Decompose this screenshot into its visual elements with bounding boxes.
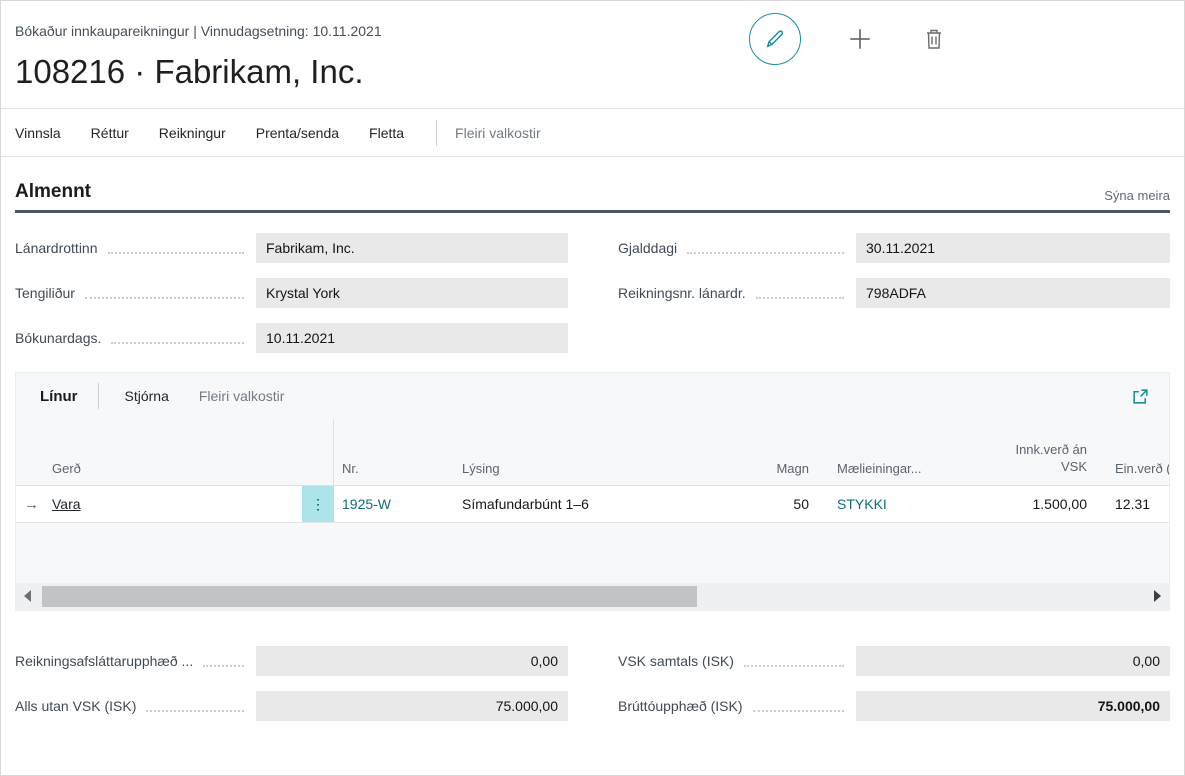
vendor-invoice-no-field[interactable]: 798ADFA bbox=[856, 278, 1170, 308]
lines-panel: Línur Stjórna Fleiri valkostir Gerð bbox=[15, 372, 1170, 611]
dotted-leader bbox=[146, 710, 244, 712]
delete-button[interactable] bbox=[919, 24, 949, 54]
scrollbar-thumb[interactable] bbox=[42, 586, 697, 607]
col-header-nr[interactable]: Nr. bbox=[334, 461, 454, 485]
section-underline bbox=[15, 210, 1170, 213]
col-header-innkverd[interactable]: Innk.verð án VSK bbox=[936, 441, 1087, 485]
field-row-tengilidur: Tengiliður Krystal York bbox=[15, 278, 568, 308]
active-row-arrow-icon: → bbox=[16, 496, 52, 513]
popout-icon bbox=[1131, 387, 1150, 406]
vendor-name-field[interactable]: Fabrikam, Inc. bbox=[256, 233, 568, 263]
menu-item-rettur[interactable]: Réttur bbox=[91, 125, 129, 141]
page-title: 108216 · Fabrikam, Inc. bbox=[15, 53, 1170, 91]
dotted-leader bbox=[756, 297, 844, 299]
lines-toolbar: Línur Stjórna Fleiri valkostir bbox=[16, 373, 1169, 419]
general-right-column: Gjalddagi 30.11.2021 Reikningsnr. lánard… bbox=[618, 233, 1170, 368]
field-row-invoice-discount: Reikningsafsláttarupphæð ... 0,00 bbox=[15, 646, 568, 676]
cell-maelieiningar-link[interactable]: STYKKI bbox=[837, 496, 887, 512]
dotted-leader bbox=[753, 710, 844, 712]
row-ellipsis-menu-button[interactable]: ⋮ bbox=[302, 486, 334, 522]
show-more-link[interactable]: Sýna meira bbox=[1104, 188, 1170, 203]
add-button[interactable] bbox=[845, 24, 875, 54]
field-row-total-excl-vat: Alls utan VSK (ISK) 75.000,00 bbox=[15, 691, 568, 721]
general-section-title: Almennt bbox=[15, 181, 91, 203]
scroll-right-arrow-icon[interactable] bbox=[1154, 590, 1161, 602]
dotted-leader bbox=[203, 665, 244, 667]
posting-date-field[interactable]: 10.11.2021 bbox=[256, 323, 568, 353]
pencil-icon bbox=[764, 28, 786, 50]
cell-lysing[interactable]: Símafundarbúnt 1–6 bbox=[454, 496, 754, 512]
field-label: VSK samtals (ISK) bbox=[618, 653, 734, 669]
lines-table: Gerð Nr. Lýsing Magn Mælieiningar... Inn… bbox=[16, 419, 1169, 610]
totals-section: Reikningsafsláttarupphæð ... 0,00 Alls u… bbox=[1, 646, 1184, 736]
trash-icon bbox=[923, 27, 945, 51]
general-left-column: Lánardrottinn Fabrikam, Inc. Tengiliður … bbox=[15, 233, 568, 368]
page-header: Bókaður innkaupareikningur | Vinnudagset… bbox=[1, 1, 1184, 91]
field-label: Lánardrottinn bbox=[15, 240, 98, 256]
contact-field[interactable]: Krystal York bbox=[256, 278, 568, 308]
menu-item-fletta[interactable]: Fletta bbox=[369, 125, 404, 141]
total-excl-vat-field[interactable]: 75.000,00 bbox=[256, 691, 568, 721]
field-label: Tengiliður bbox=[15, 285, 75, 301]
menubar-divider bbox=[436, 120, 437, 146]
field-label: Reikningsafsláttarupphæð ... bbox=[15, 653, 193, 669]
vat-total-field[interactable]: 0,00 bbox=[856, 646, 1170, 676]
table-row: → Vara ⋮ 1925-W Símafundarbúnt 1–6 50 ST… bbox=[16, 486, 1169, 523]
cell-magn[interactable]: 50 bbox=[754, 496, 809, 512]
field-label: Alls utan VSK (ISK) bbox=[15, 698, 136, 714]
field-row-gross-amount: Brúttóupphæð (ISK) 75.000,00 bbox=[618, 691, 1170, 721]
general-section: Almennt Sýna meira Lánardrottinn Fabrika… bbox=[1, 181, 1184, 368]
dotted-leader bbox=[108, 252, 244, 254]
cell-innkverd[interactable]: 1.500,00 bbox=[936, 496, 1087, 512]
lines-menu-more-options[interactable]: Fleiri valkostir bbox=[199, 388, 285, 404]
horizontal-scrollbar[interactable] bbox=[16, 583, 1169, 610]
col-header-einverd[interactable]: Ein.verð (S bbox=[1087, 461, 1169, 485]
field-row-bokunardags: Bókunardags. 10.11.2021 bbox=[15, 323, 568, 353]
due-date-field[interactable]: 30.11.2021 bbox=[856, 233, 1170, 263]
field-label: Bókunardags. bbox=[15, 330, 101, 346]
menu-item-reikningur[interactable]: Reikningur bbox=[159, 125, 226, 141]
field-row-vat-total: VSK samtals (ISK) 0,00 bbox=[618, 646, 1170, 676]
cell-nr-link[interactable]: 1925-W bbox=[342, 496, 391, 512]
lines-menu-stjorna[interactable]: Stjórna bbox=[125, 388, 169, 404]
lines-title[interactable]: Línur bbox=[40, 388, 78, 405]
field-row-gjalddagi: Gjalddagi 30.11.2021 bbox=[618, 233, 1170, 263]
field-row-reikningsnr: Reikningsnr. lánardr. 798ADFA bbox=[618, 278, 1170, 308]
totals-left-column: Reikningsafsláttarupphæð ... 0,00 Alls u… bbox=[15, 646, 568, 736]
gross-amount-field[interactable]: 75.000,00 bbox=[856, 691, 1170, 721]
field-label: Reikningsnr. lánardr. bbox=[618, 285, 746, 301]
dotted-leader bbox=[687, 252, 844, 254]
lines-empty-area bbox=[16, 523, 1169, 583]
field-label: Gjalddagi bbox=[618, 240, 677, 256]
plus-icon bbox=[847, 26, 873, 52]
dotted-leader bbox=[744, 665, 844, 667]
field-label: Brúttóupphæð (ISK) bbox=[618, 698, 743, 714]
action-menubar: Vinnsla Réttur Reikningur Prenta/senda F… bbox=[1, 108, 1184, 157]
edit-button[interactable] bbox=[749, 13, 801, 65]
col-header-maelieiningar[interactable]: Mælieiningar... bbox=[809, 461, 936, 485]
scroll-left-arrow-icon[interactable] bbox=[24, 590, 31, 602]
menu-item-more-options[interactable]: Fleiri valkostir bbox=[455, 125, 541, 141]
open-in-new-window-button[interactable] bbox=[1125, 381, 1155, 411]
col-header-magn[interactable]: Magn bbox=[754, 461, 809, 485]
totals-right-column: VSK samtals (ISK) 0,00 Brúttóupphæð (ISK… bbox=[618, 646, 1170, 736]
app-window: Bókaður innkaupareikningur | Vinnudagset… bbox=[0, 0, 1185, 776]
col-header-gerd[interactable]: Gerð bbox=[52, 461, 302, 485]
cell-gerd[interactable]: Vara bbox=[52, 496, 81, 512]
col-header-lysing[interactable]: Lýsing bbox=[454, 461, 754, 485]
dotted-leader bbox=[85, 297, 244, 299]
header-actions bbox=[749, 13, 949, 65]
lines-table-header: Gerð Nr. Lýsing Magn Mælieiningar... Inn… bbox=[16, 419, 1169, 486]
menu-item-vinnsla[interactable]: Vinnsla bbox=[15, 125, 61, 141]
menu-item-prenta-senda[interactable]: Prenta/senda bbox=[256, 125, 339, 141]
field-row-lanardrottinn: Lánardrottinn Fabrikam, Inc. bbox=[15, 233, 568, 263]
dotted-leader bbox=[111, 342, 244, 344]
invoice-discount-field[interactable]: 0,00 bbox=[256, 646, 568, 676]
cell-einverd[interactable]: 12.31 bbox=[1087, 496, 1169, 512]
lines-toolbar-divider bbox=[98, 383, 99, 409]
page-caption: Bókaður innkaupareikningur | Vinnudagset… bbox=[15, 23, 1170, 39]
